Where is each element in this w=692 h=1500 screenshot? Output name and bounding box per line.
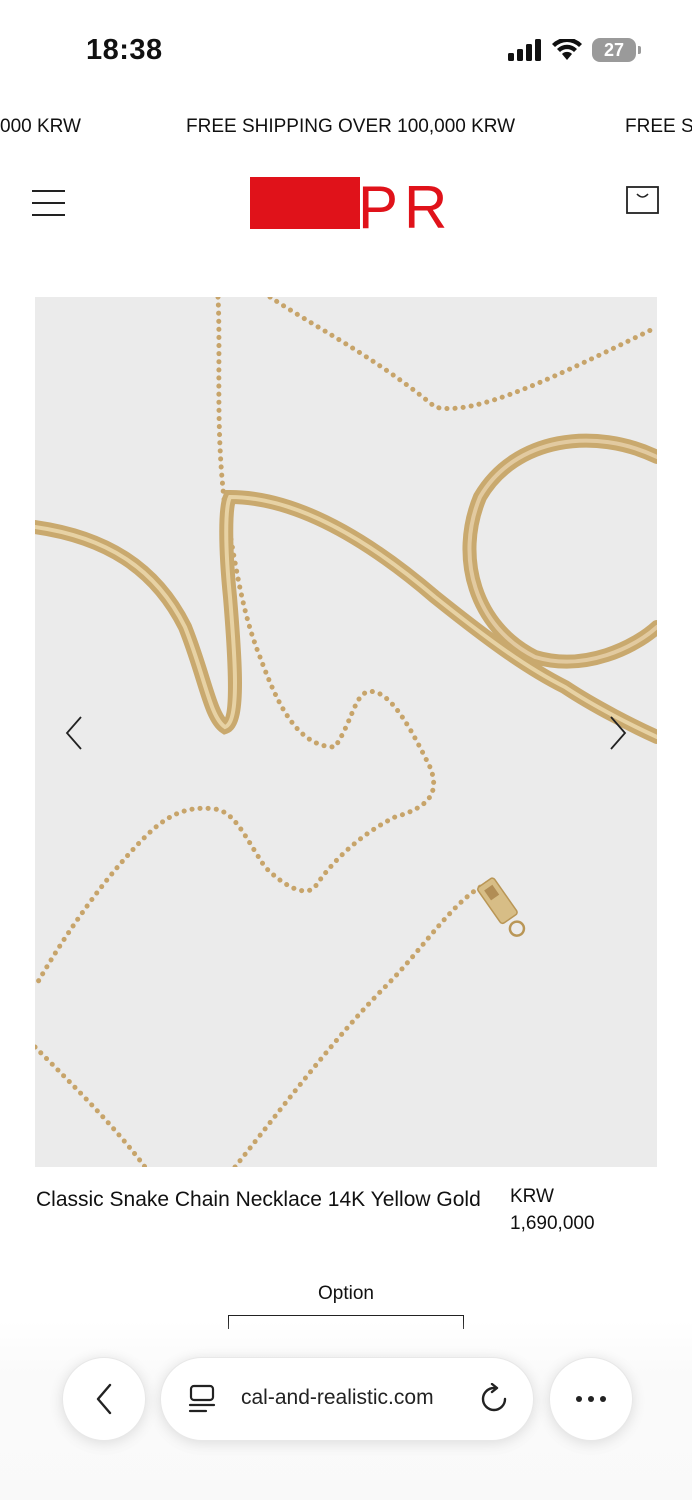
announcement-text-right: FREE S	[625, 116, 692, 137]
status-time: 18:38	[86, 34, 163, 66]
logo-text: PR	[358, 176, 445, 231]
prev-image-button[interactable]	[63, 715, 85, 751]
price-currency: KRW	[510, 1186, 554, 1207]
shopping-bag-icon	[626, 186, 659, 214]
brand-logo[interactable]: PR	[250, 174, 447, 241]
necklace-photo	[35, 297, 657, 1167]
chevron-left-icon	[65, 716, 82, 750]
menu-button[interactable]	[32, 190, 65, 216]
product-image[interactable]	[35, 297, 657, 1167]
battery-icon: 27	[592, 38, 641, 62]
price-value: 1,690,000	[510, 1213, 595, 1234]
wifi-icon	[552, 39, 582, 60]
cart-button[interactable]	[626, 186, 659, 214]
browser-back-button[interactable]	[62, 1357, 146, 1441]
reload-icon[interactable]	[479, 1383, 509, 1415]
more-icon	[576, 1396, 606, 1402]
chevron-left-icon	[96, 1383, 112, 1415]
url-text: cal-and-realistic.com	[241, 1386, 434, 1409]
announcement-bar: 000 KRW FREE SHIPPING OVER 100,000 KRW F…	[0, 116, 692, 144]
address-bar[interactable]: cal-and-realistic.com	[160, 1357, 534, 1441]
chevron-right-icon	[610, 716, 627, 750]
product-title: Classic Snake Chain Necklace 14K Yellow …	[36, 1188, 481, 1211]
battery-level: 27	[603, 39, 625, 60]
next-image-button[interactable]	[607, 715, 629, 751]
reader-icon[interactable]	[188, 1384, 216, 1414]
signal-icon	[508, 39, 541, 61]
announcement-text-left: 000 KRW	[0, 116, 81, 137]
option-label: Option	[318, 1283, 374, 1304]
announcement-text: FREE SHIPPING OVER 100,000 KRW	[186, 116, 516, 137]
more-button[interactable]	[549, 1357, 633, 1441]
status-icons: 27	[508, 38, 641, 62]
